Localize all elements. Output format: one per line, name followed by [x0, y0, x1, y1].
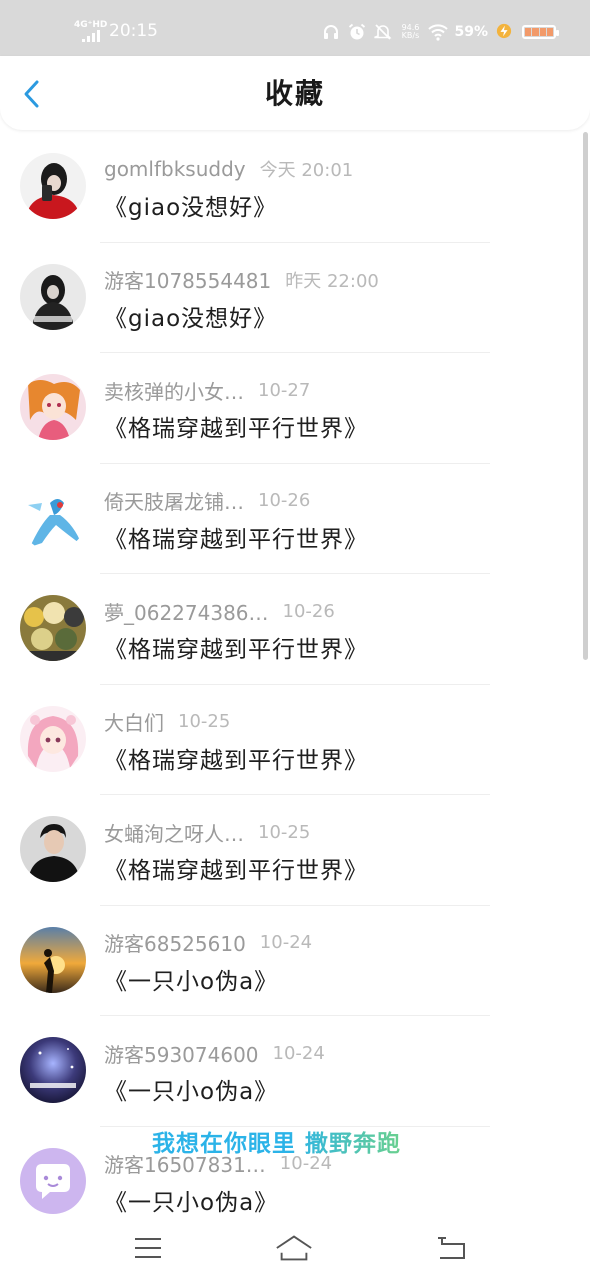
item-meta: 游客1078554481 昨天 22:00: [104, 267, 379, 293]
avatar[interactable]: [20, 153, 86, 219]
user-name[interactable]: 夢_062274386…: [104, 597, 269, 626]
user-name[interactable]: 女蛹洵之呀人…: [104, 818, 244, 847]
signal-icon: [82, 30, 104, 42]
system-nav-bar: [0, 1218, 590, 1280]
charging-icon: [496, 23, 514, 41]
user-name[interactable]: gomlfbksuddy: [104, 157, 246, 181]
list-item[interactable]: gomlfbksuddy 今天 20:01 《giao没想好》: [0, 132, 580, 243]
work-title[interactable]: 《格瑞穿越到平行世界》: [104, 851, 368, 885]
item-meta: 游客68525610 10-24: [104, 930, 312, 956]
avatar[interactable]: [20, 1037, 86, 1103]
work-title[interactable]: 《一只小o伪a》: [104, 1183, 278, 1217]
avatar[interactable]: [20, 1147, 86, 1214]
work-title[interactable]: 《格瑞穿越到平行世界》: [104, 520, 368, 554]
overlay-caption: 我想在你眼里 撒野奔跑: [152, 1124, 401, 1158]
list-item[interactable]: 游客1078554481 昨天 22:00 《giao没想好》: [0, 243, 580, 353]
item-date: 10-26: [282, 600, 335, 622]
menu-button[interactable]: [128, 1230, 168, 1266]
status-bar: 4G⁺HD 20:15 94.6 KB/s 59%: [0, 0, 590, 56]
avatar[interactable]: [20, 816, 86, 882]
item-date: 10-25: [178, 711, 231, 732]
item-meta: 女蛹洵之呀人… 10-25: [104, 818, 311, 847]
favorites-list: gomlfbksuddy 今天 20:01 《giao没想好》 游客107855…: [0, 132, 580, 1237]
list-item[interactable]: 夢_062274386… 10-26 《格瑞穿越到平行世界》: [0, 574, 580, 685]
user-name[interactable]: 卖核弹的小女…: [104, 376, 244, 405]
work-title[interactable]: 《giao没想好》: [104, 299, 277, 333]
list-item[interactable]: 大白们 10-25 《格瑞穿越到平行世界》: [0, 685, 580, 795]
item-date: 10-26: [258, 490, 311, 511]
item-meta: 大白们 10-25: [104, 709, 230, 735]
item-date: 今天 20:01: [259, 160, 354, 181]
battery-icon: [522, 25, 559, 39]
work-title[interactable]: 《giao没想好》: [104, 188, 277, 222]
user-name[interactable]: 倚天肢屠龙铺…: [104, 486, 244, 515]
scrollbar[interactable]: [583, 132, 588, 660]
wifi-icon: [428, 23, 449, 41]
item-date: 昨天 22:00: [285, 270, 379, 292]
menu-icon: [135, 1238, 161, 1258]
home-icon: [276, 1235, 312, 1261]
work-title[interactable]: 《格瑞穿越到平行世界》: [104, 741, 368, 775]
item-meta: 游客593074600 10-24: [104, 1039, 325, 1068]
list-item[interactable]: 游客593074600 10-24 《一只小o伪a》: [0, 1016, 580, 1127]
avatar[interactable]: [20, 263, 86, 330]
status-icons: 94.6 KB/s 59%: [322, 20, 559, 44]
item-date: 10-24: [259, 932, 313, 953]
back-nav-icon: [438, 1237, 465, 1259]
list-item[interactable]: 游客68525610 10-24 《一只小o伪a》: [0, 906, 580, 1016]
list-item[interactable]: 倚天肢屠龙铺… 10-26 《格瑞穿越到平行世界》: [0, 464, 580, 574]
avatar[interactable]: [20, 374, 86, 440]
header-bar: 收藏: [0, 56, 590, 130]
home-button[interactable]: [274, 1230, 314, 1266]
user-name[interactable]: 游客1078554481: [104, 265, 271, 294]
avatar[interactable]: [20, 484, 86, 551]
list-item[interactable]: 卖核弹的小女… 10-27 《格瑞穿越到平行世界》: [0, 353, 580, 464]
net-speed: 94.6 KB/s: [401, 23, 420, 40]
item-meta: gomlfbksuddy 今天 20:01: [104, 156, 353, 182]
battery-percent: 59%: [454, 24, 488, 40]
mute-icon: [374, 23, 392, 41]
work-title[interactable]: 《一只小o伪a》: [104, 962, 278, 996]
avatar[interactable]: [20, 595, 86, 661]
headphones-icon: [322, 23, 340, 41]
network-type: 4G⁺HD: [74, 20, 108, 30]
avatar[interactable]: [20, 926, 86, 993]
back-nav-button[interactable]: [430, 1230, 470, 1266]
work-title[interactable]: 《一只小o伪a》: [104, 1072, 278, 1106]
page-title: 收藏: [264, 77, 325, 110]
item-meta: 卖核弹的小女… 10-27: [104, 376, 311, 405]
item-date: 10-27: [258, 379, 311, 401]
user-name[interactable]: 大白们: [104, 707, 164, 736]
item-meta: 倚天肢屠龙铺… 10-26: [104, 488, 310, 514]
avatar[interactable]: [20, 705, 86, 772]
item-date: 10-25: [258, 821, 311, 843]
alarm-icon: [348, 23, 366, 41]
item-meta: 夢_062274386… 10-26: [104, 597, 335, 626]
work-title[interactable]: 《格瑞穿越到平行世界》: [104, 409, 368, 443]
status-time: 20:15: [109, 21, 158, 41]
item-date: 10-24: [272, 1042, 325, 1064]
work-title[interactable]: 《格瑞穿越到平行世界》: [104, 630, 368, 664]
list-item[interactable]: 女蛹洵之呀人… 10-25 《格瑞穿越到平行世界》: [0, 795, 580, 906]
user-name[interactable]: 游客593074600: [104, 1039, 259, 1068]
user-name[interactable]: 游客68525610: [104, 928, 246, 957]
